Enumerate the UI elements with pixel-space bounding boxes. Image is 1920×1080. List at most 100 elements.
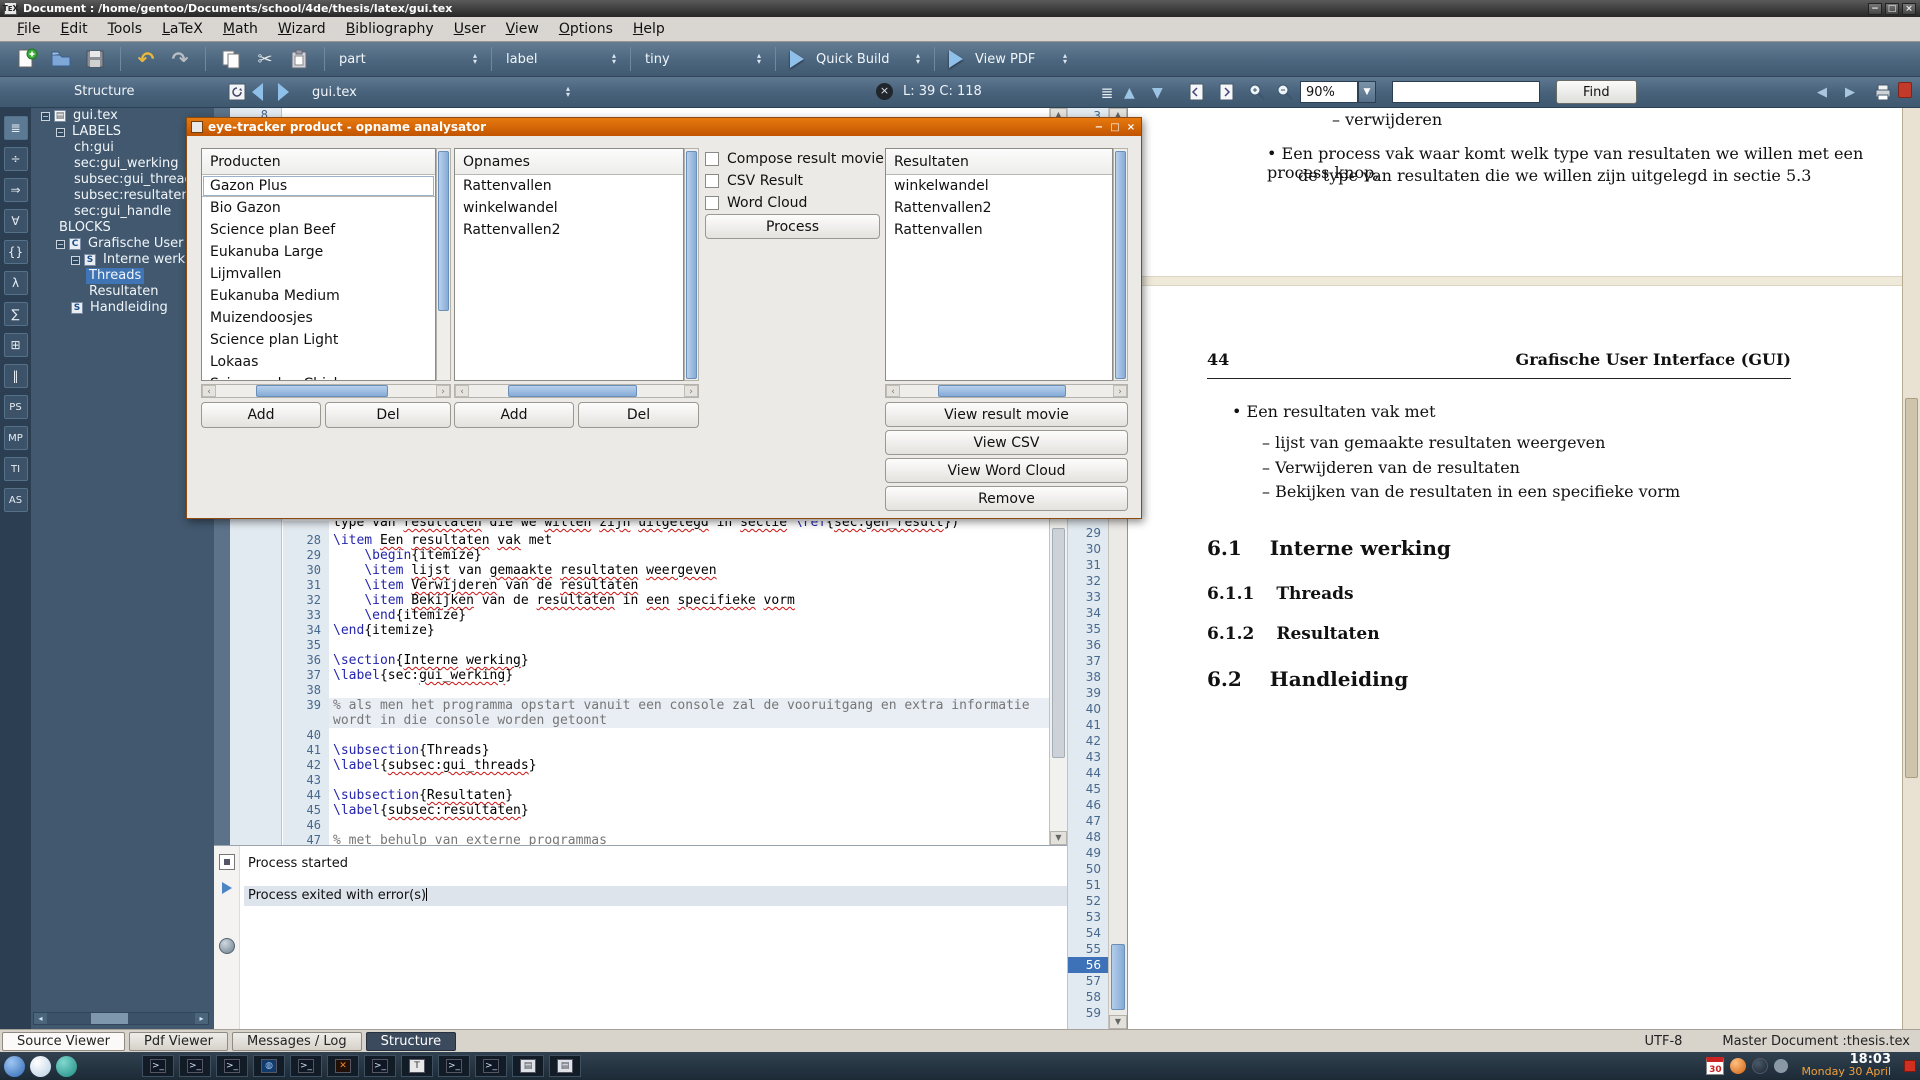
bottom-tab-pdf-viewer[interactable]: Pdf Viewer — [129, 1032, 228, 1051]
paste-icon[interactable] — [286, 46, 312, 72]
list-item-winkelwandel[interactable]: winkelwandel — [886, 175, 1112, 197]
menu-orb-icon[interactable] — [4, 1056, 25, 1077]
label-combo[interactable]: label▴▾ — [500, 47, 622, 71]
opnames-hscrollbar[interactable]: ‹› — [454, 384, 699, 398]
menu-item-wizard[interactable]: Wizard — [269, 18, 335, 40]
scroll-left-icon[interactable]: ◂ — [34, 1013, 47, 1024]
menu-item-user[interactable]: User — [445, 18, 495, 40]
open-file-combo[interactable]: gui.tex▴▾ — [306, 80, 576, 104]
open-file-icon[interactable] — [48, 46, 74, 72]
checkbox-compose-result-movie[interactable] — [705, 152, 719, 166]
divide-panel-icon[interactable]: ÷ — [4, 147, 28, 171]
view-result-movie-button[interactable]: View result movie — [885, 402, 1128, 427]
zoom-out-icon[interactable] — [1272, 79, 1298, 105]
find-button[interactable]: Find — [1556, 80, 1637, 104]
cut-icon[interactable]: ✂ — [252, 46, 278, 72]
list-item-muizendoosjes[interactable]: Muizendoosjes — [202, 307, 435, 329]
resultaten-scrollbar[interactable] — [1113, 148, 1128, 381]
view-pdf-combo[interactable]: View PDF▴▾ — [969, 47, 1073, 71]
scroll-left-icon[interactable]: ‹ — [202, 385, 216, 397]
scroll-right-icon[interactable]: ▸ — [195, 1013, 208, 1024]
scroll-right-icon[interactable]: › — [1113, 385, 1127, 397]
as-panel-icon[interactable]: AS — [4, 488, 28, 512]
scroll-right-icon[interactable]: › — [436, 385, 450, 397]
menu-item-options[interactable]: Options — [550, 18, 622, 40]
redo-icon[interactable]: ↷ — [167, 46, 193, 72]
opnames-del-button[interactable]: Del — [578, 402, 699, 428]
taskbar-window-terminal[interactable]: >_ — [216, 1055, 248, 1077]
producten-hscrollbar[interactable]: ‹› — [201, 384, 451, 398]
structure-panel-icon[interactable]: ≣ — [4, 116, 28, 140]
view-csv-button[interactable]: View CSV — [885, 430, 1128, 455]
tree-expander-icon[interactable]: − — [41, 112, 50, 121]
forall-panel-icon[interactable]: ∀ — [4, 209, 28, 233]
producten-scrollbar[interactable] — [436, 148, 451, 381]
list-item-rattenvallen2[interactable]: Rattenvallen2 — [886, 197, 1112, 219]
opnames-scrollbar[interactable] — [684, 148, 699, 381]
undo-icon[interactable]: ↶ — [133, 46, 159, 72]
maximize-button[interactable]: □ — [1885, 3, 1899, 15]
dialog-titlebar[interactable]: eye-tracker product - opname analysator … — [187, 118, 1141, 136]
list-item-bio-gazon[interactable]: Bio Gazon — [202, 197, 435, 219]
scroll-left-icon[interactable]: ‹ — [886, 385, 900, 397]
font-size-combo[interactable]: tiny▴▾ — [639, 47, 767, 71]
taskbar-window-globe[interactable]: ◍ — [253, 1055, 285, 1077]
todo-list-icon[interactable]: ≣ — [1094, 80, 1120, 106]
pdf-forward-icon[interactable]: ▶ — [1845, 85, 1855, 100]
workspace-icon[interactable] — [56, 1056, 77, 1077]
log-orb-icon[interactable] — [219, 938, 235, 954]
opnames-list[interactable]: Opnames RattenvallenwinkelwandelRattenva… — [454, 148, 684, 381]
save-icon[interactable] — [82, 46, 108, 72]
next-document-icon[interactable] — [278, 83, 289, 101]
run-quick-build-icon[interactable] — [790, 50, 804, 68]
next-page-icon[interactable] — [1214, 79, 1240, 105]
parallel-panel-icon[interactable]: ‖ — [4, 364, 28, 388]
scroll-right-icon[interactable]: › — [684, 385, 698, 397]
tree-expander-icon[interactable]: − — [56, 240, 65, 249]
checkbox-word-cloud[interactable] — [705, 196, 719, 210]
opnames-add-button[interactable]: Add — [454, 402, 574, 428]
taskbar-window-terminal[interactable]: >_ — [142, 1055, 174, 1077]
menu-item-view[interactable]: View — [497, 18, 548, 40]
menu-item-bibliography[interactable]: Bibliography — [337, 18, 443, 40]
list-item-science-plan-light[interactable]: Science plan Light — [202, 329, 435, 351]
remove-button[interactable]: Remove — [885, 486, 1128, 511]
close-document-icon[interactable]: × — [876, 83, 893, 100]
taskbar-window-terminal[interactable]: >_ — [475, 1055, 507, 1077]
print-icon[interactable] — [1870, 79, 1896, 105]
scrollbar-thumb[interactable] — [1052, 528, 1065, 758]
list-item-gazon-plus[interactable]: Gazon Plus — [202, 175, 435, 197]
menu-item-tools[interactable]: Tools — [99, 18, 152, 40]
messages-log-panel[interactable]: Process started Process exited with erro… — [214, 845, 1067, 1029]
arrows-panel-icon[interactable]: ⇒ — [4, 178, 28, 202]
list-item-lijmvallen[interactable]: Lijmvallen — [202, 263, 435, 285]
zoom-level-value[interactable]: 90% — [1300, 81, 1358, 103]
matrix-panel-icon[interactable]: ⊞ — [4, 333, 28, 357]
dialog-minimize-button[interactable]: − — [1093, 122, 1105, 133]
resultaten-list[interactable]: Resultaten winkelwandelRattenvallen2Ratt… — [885, 148, 1113, 381]
quick-build-combo[interactable]: Quick Build▴▾ — [810, 47, 926, 71]
refresh-structure-icon[interactable] — [224, 79, 250, 105]
find-input[interactable] — [1392, 81, 1540, 103]
scroll-down-icon[interactable]: ▼ — [1152, 85, 1163, 101]
resultaten-hscrollbar[interactable]: ‹› — [885, 384, 1128, 398]
run-view-pdf-icon[interactable] — [949, 50, 963, 68]
taskbar-window-terminal[interactable]: >_ — [179, 1055, 211, 1077]
dialog-close-button[interactable]: × — [1125, 122, 1137, 133]
list-item-science-plan-beef[interactable]: Science plan Beef — [202, 219, 435, 241]
menu-item-file[interactable]: File — [8, 18, 49, 40]
dialog-maximize-button[interactable]: □ — [1109, 122, 1121, 133]
bottom-tab-messages-log[interactable]: Messages / Log — [232, 1032, 362, 1051]
scroll-down-icon[interactable]: ▼ — [1109, 1015, 1127, 1029]
pdf-scrollbar[interactable] — [1902, 108, 1920, 1029]
taskbar-window-terminal[interactable]: >_ — [290, 1055, 322, 1077]
copy-icon[interactable] — [218, 46, 244, 72]
scroll-up-icon[interactable]: ▲ — [1124, 85, 1135, 101]
taskbar-window-tex[interactable]: T — [401, 1055, 433, 1077]
zoom-level-dropdown[interactable]: ▼ — [1358, 81, 1376, 103]
checkbox-csv-result[interactable] — [705, 174, 719, 188]
producten-add-button[interactable]: Add — [201, 402, 321, 428]
run-arrow-icon[interactable] — [222, 882, 232, 894]
bottom-tab-source-viewer[interactable]: Source Viewer — [2, 1032, 125, 1051]
view-word-cloud-button[interactable]: View Word Cloud — [885, 458, 1128, 483]
